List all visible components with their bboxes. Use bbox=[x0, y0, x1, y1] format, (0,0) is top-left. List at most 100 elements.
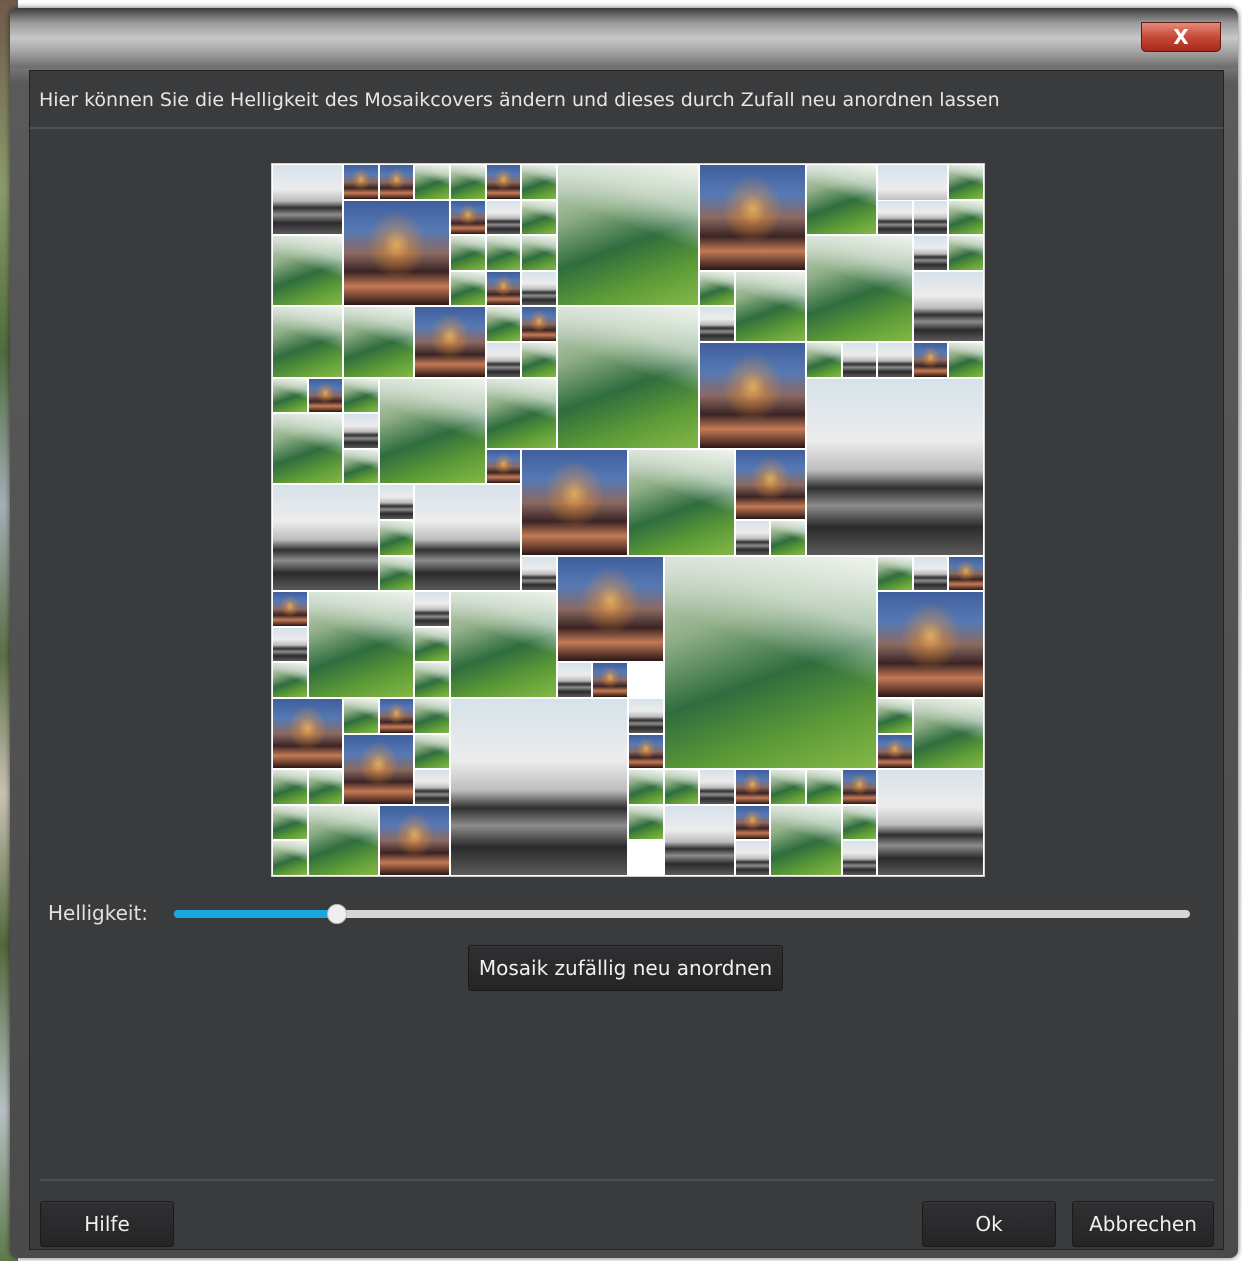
help-button[interactable]: Hilfe bbox=[40, 1201, 174, 1247]
mosaic-tile-forest bbox=[556, 306, 700, 449]
mosaic-tile-snow bbox=[450, 698, 628, 876]
mosaic-tile-city bbox=[272, 698, 344, 770]
mosaic-tile-forest bbox=[343, 306, 415, 378]
mosaic-tile-snow bbox=[912, 555, 949, 592]
dialog-description: Hier können Sie die Helligkeit des Mosai… bbox=[39, 89, 1000, 111]
mosaic-tile-forest bbox=[806, 342, 842, 378]
mosaic-tile-city bbox=[378, 804, 450, 876]
mosaic-tile-forest bbox=[414, 164, 450, 200]
mosaic-tile-forest bbox=[378, 377, 486, 485]
ok-button[interactable]: Ok bbox=[922, 1201, 1056, 1247]
mosaic-tile-forest bbox=[663, 769, 700, 805]
mosaic-tile-forest bbox=[877, 698, 913, 734]
mosaic-tile-forest bbox=[272, 840, 308, 876]
mosaic-tile-forest bbox=[272, 235, 344, 307]
title-bar[interactable]: X bbox=[10, 8, 1238, 68]
mosaic-tile-snow bbox=[806, 377, 984, 556]
mosaic-tile-forest bbox=[485, 306, 522, 342]
mosaic-tile-forest bbox=[272, 662, 308, 698]
mosaic-tile-city bbox=[734, 448, 806, 520]
mosaic-tile-forest bbox=[841, 804, 878, 841]
mosaic-tile-forest bbox=[734, 270, 806, 342]
brightness-label: Helligkeit: bbox=[48, 901, 149, 925]
dialog-window: X Hier können Sie die Helligkeit des Mos… bbox=[10, 8, 1238, 1258]
mosaic-tile-city bbox=[521, 448, 628, 556]
mosaic-tile-forest bbox=[806, 235, 913, 342]
mosaic-tile-forest bbox=[948, 199, 984, 236]
mosaic-tile-forest bbox=[485, 377, 557, 449]
mosaic-tile-snow bbox=[378, 484, 415, 520]
mosaic-tile-city bbox=[343, 733, 415, 805]
dialog-client-area: Hier können Sie die Helligkeit des Mosai… bbox=[29, 70, 1224, 1250]
mosaic-tile-forest bbox=[770, 804, 842, 876]
mosaic-tile-snow bbox=[912, 235, 949, 271]
mosaic-tile-snow bbox=[699, 769, 735, 805]
mosaic-tile-forest bbox=[485, 235, 522, 271]
mosaic-tile-forest bbox=[414, 662, 450, 698]
shuffle-mosaic-button[interactable]: Mosaik zufällig neu anordnen bbox=[468, 945, 783, 991]
cancel-button[interactable]: Abbrechen bbox=[1072, 1201, 1214, 1247]
brightness-slider-thumb[interactable] bbox=[326, 904, 347, 924]
mosaic-tile-forest bbox=[378, 555, 415, 592]
mosaic-tile-city bbox=[485, 270, 522, 307]
mosaic-tile-forest bbox=[628, 804, 664, 841]
mosaic-tile-city bbox=[628, 733, 664, 770]
mosaic-cover-preview bbox=[271, 163, 985, 877]
mosaic-tile-forest bbox=[948, 342, 984, 378]
brightness-slider[interactable] bbox=[174, 904, 1190, 924]
mosaic-tile-snow bbox=[485, 342, 522, 378]
mosaic-tile-snow bbox=[272, 484, 379, 592]
mosaic-tile-snow bbox=[699, 306, 735, 342]
mosaic-tile-city bbox=[948, 555, 984, 592]
mosaic-tile-forest bbox=[414, 733, 450, 770]
mosaic-tile-forest bbox=[450, 164, 486, 200]
close-button[interactable]: X bbox=[1141, 22, 1221, 52]
close-icon: X bbox=[1173, 25, 1189, 49]
mosaic-tile-forest bbox=[378, 520, 415, 556]
mosaic-tile-city bbox=[556, 555, 664, 663]
mosaic-tile-city bbox=[485, 164, 522, 200]
mosaic-tile-snow bbox=[734, 520, 771, 556]
mosaic-tile-forest bbox=[877, 555, 913, 592]
mosaic-tile-forest bbox=[806, 164, 878, 236]
mosaic-tile-snow bbox=[556, 662, 593, 698]
mosaic-tile-forest bbox=[343, 377, 379, 414]
mosaic-tile-snow bbox=[521, 555, 557, 592]
mosaic-tile-forest bbox=[521, 199, 557, 236]
mosaic-tile-forest bbox=[948, 164, 984, 200]
mosaic-tile-snow bbox=[841, 840, 878, 876]
mosaic-tile-snow bbox=[734, 840, 771, 876]
footer-divider bbox=[40, 1179, 1215, 1181]
brightness-slider-fill bbox=[174, 910, 337, 918]
mosaic-tile-forest bbox=[628, 769, 664, 805]
mosaic-tile-forest bbox=[450, 591, 557, 698]
mosaic-tile-city bbox=[378, 164, 415, 200]
mosaic-tile-forest bbox=[307, 769, 344, 805]
mosaic-tile-forest bbox=[521, 235, 557, 271]
mosaic-tile-snow bbox=[343, 413, 379, 449]
mosaic-tile-snow bbox=[414, 591, 450, 627]
mosaic-tile-forest bbox=[699, 270, 735, 307]
mosaic-tile-city bbox=[272, 591, 308, 627]
mosaic-tile-snow bbox=[521, 270, 557, 307]
mosaic-tile-snow bbox=[414, 769, 450, 805]
mosaic-tile-snow bbox=[877, 342, 913, 378]
mosaic-tile-forest bbox=[307, 804, 379, 876]
mosaic-tile-forest bbox=[628, 448, 735, 556]
mosaic-tile-snow bbox=[663, 804, 735, 876]
mosaic-tile-snow bbox=[272, 626, 308, 663]
mosaic-tile-forest bbox=[450, 235, 486, 271]
mosaic-tile-forest bbox=[948, 235, 984, 271]
mosaic-tile-forest bbox=[343, 698, 379, 734]
mosaic-tile-snow bbox=[485, 199, 522, 236]
mosaic-tile-snow bbox=[628, 698, 664, 734]
mosaic-tile-forest bbox=[770, 520, 806, 556]
mosaic-tile-snow bbox=[272, 164, 344, 236]
mosaic-tile-forest bbox=[521, 342, 557, 378]
mosaic-tile-forest bbox=[343, 448, 379, 485]
mosaic-tile-snow bbox=[841, 342, 878, 378]
mosaic-tile-snow bbox=[912, 199, 949, 236]
mosaic-tile-forest bbox=[770, 769, 806, 805]
mosaic-tile-forest bbox=[272, 413, 344, 485]
mosaic-tile-snow bbox=[912, 270, 984, 342]
